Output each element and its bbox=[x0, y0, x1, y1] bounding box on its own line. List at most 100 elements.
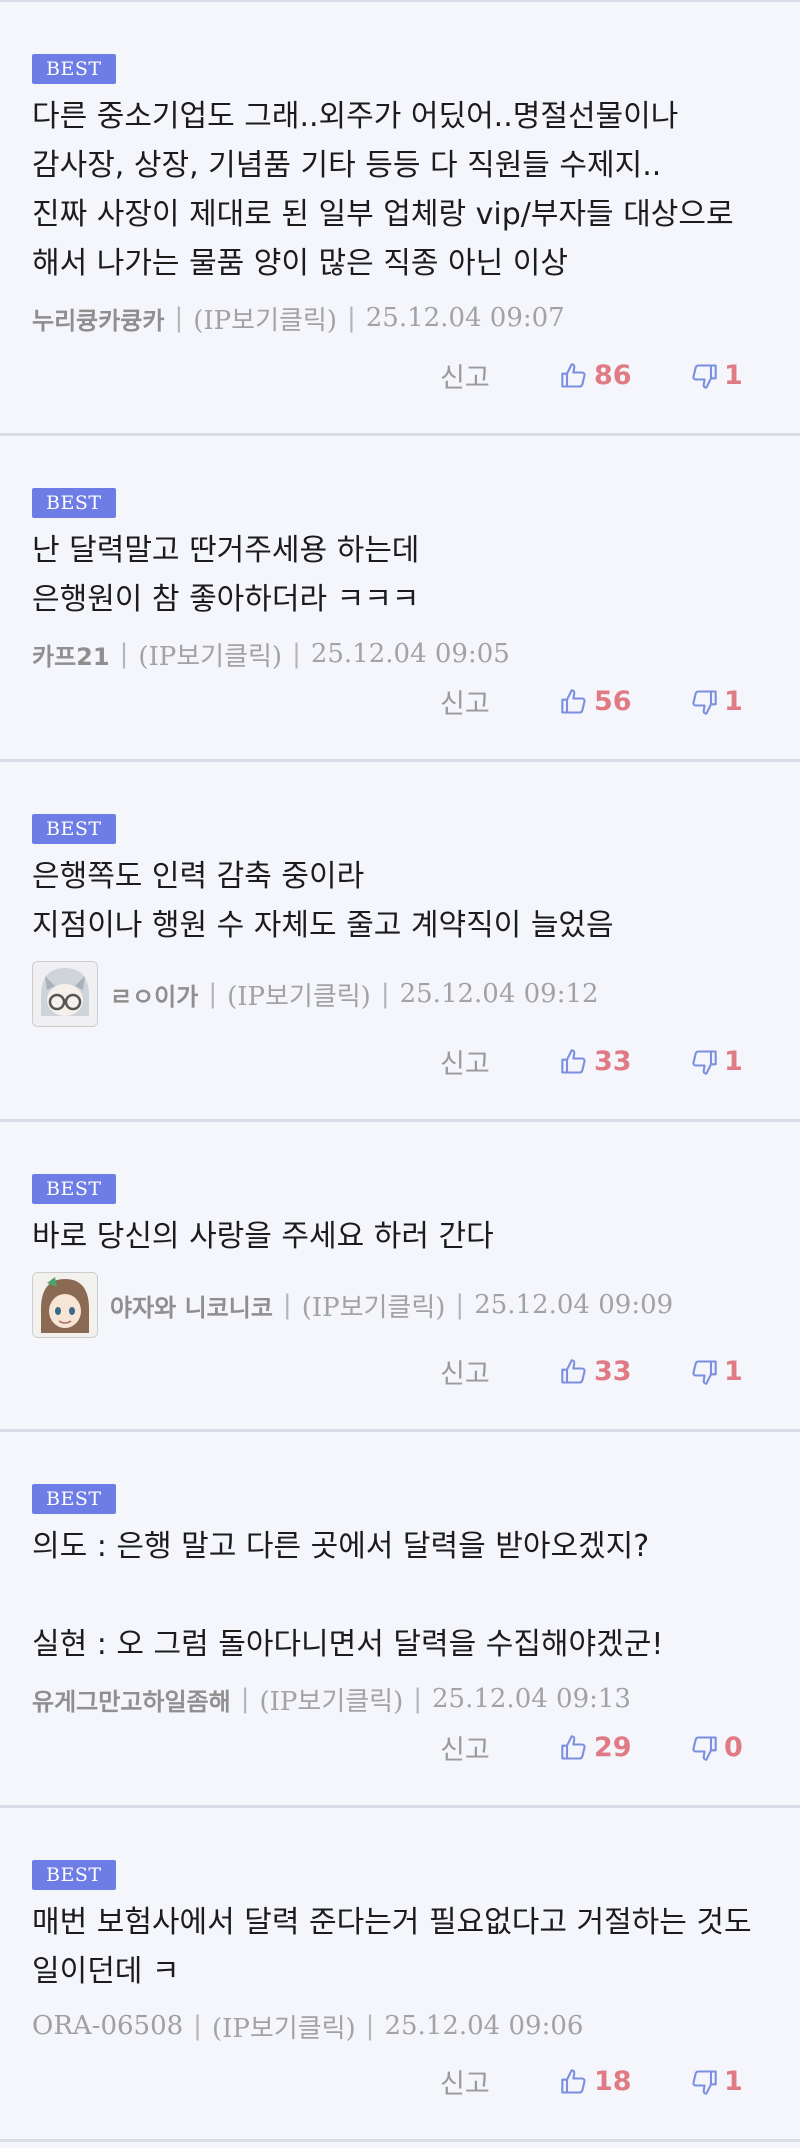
thumbs-up-icon bbox=[561, 688, 586, 714]
comment-timestamp: 25.12.04 09:13 bbox=[432, 1684, 631, 1714]
comment-text: 의도 : 은행 말고 다른 곳에서 달력을 받아오겠지? 실현 : 오 그럼 돌… bbox=[32, 1529, 664, 1662]
thumbs-up-icon bbox=[561, 1734, 586, 1760]
ip-view-link[interactable]: (IP보기클릭) bbox=[138, 636, 282, 673]
author-nickname[interactable]: 누리큥카큥카 bbox=[32, 301, 164, 336]
thumbs-down-icon bbox=[692, 689, 717, 715]
meta-separator: | bbox=[208, 979, 218, 1009]
meta-separator: | bbox=[346, 303, 356, 333]
upvote-button[interactable]: 18 bbox=[560, 2066, 690, 2097]
best-badge: BEST bbox=[32, 488, 116, 518]
meta-separator: | bbox=[380, 979, 390, 1009]
avatar[interactable] bbox=[32, 1272, 98, 1338]
meta-separator: | bbox=[119, 639, 129, 669]
meta-separator: | bbox=[455, 1290, 465, 1320]
report-button[interactable]: 신고 bbox=[440, 1728, 560, 1767]
comment-item: BEST 다른 중소기업도 그래..외주가 어딨어..명절선물이나 감사장, 상… bbox=[0, 2, 800, 436]
comment-item: BEST 매번 보험사에서 달력 준다는거 필요없다고 거절하는 것도 일이던데… bbox=[0, 1808, 800, 2142]
comment-text: 난 달력말고 딴거주세용 하는데 은행원이 참 좋아하더라 ㅋㅋㅋ bbox=[32, 533, 420, 617]
comment-meta: 유게그만고하일좀해 | (IP보기클릭) | 25.12.04 09:13 bbox=[32, 1679, 768, 1719]
comment-text: 다른 중소기업도 그래..외주가 어딨어..명절선물이나 감사장, 상장, 기념… bbox=[32, 99, 734, 281]
author-nickname[interactable]: ㄹㅇ이가 bbox=[110, 977, 198, 1012]
downvote-count: 1 bbox=[724, 686, 743, 717]
comment-timestamp: 25.12.04 09:09 bbox=[474, 1290, 674, 1320]
best-badge: BEST bbox=[32, 1174, 116, 1204]
comment-item: BEST 의도 : 은행 말고 다른 곳에서 달력을 받아오겠지? 실현 : 오… bbox=[0, 1432, 800, 1808]
thumbs-down-icon bbox=[692, 2069, 717, 2095]
comment-meta: ㄹㅇ이가 | (IP보기클릭) | 25.12.04 09:12 bbox=[32, 960, 768, 1028]
downvote-button[interactable]: 1 bbox=[690, 2066, 800, 2097]
ip-view-link[interactable]: (IP보기클릭) bbox=[227, 976, 371, 1013]
best-badge: BEST bbox=[32, 1860, 116, 1890]
upvote-button[interactable]: 29 bbox=[560, 1732, 690, 1763]
downvote-button[interactable]: 1 bbox=[690, 1046, 800, 1077]
comment-item: BEST 난 달력말고 딴거주세용 하는데 은행원이 참 좋아하더라 ㅋㅋㅋ 카… bbox=[0, 436, 800, 762]
ip-view-link[interactable]: (IP보기클릭) bbox=[302, 1287, 446, 1324]
upvote-count: 33 bbox=[594, 1046, 632, 1077]
comment-timestamp: 25.12.04 09:05 bbox=[310, 639, 510, 669]
comment-text: 바로 당신의 사랑을 주세요 하러 간다 bbox=[32, 1219, 494, 1254]
downvote-button[interactable]: 1 bbox=[690, 686, 800, 717]
thumbs-up-icon bbox=[561, 1358, 586, 1384]
report-button[interactable]: 신고 bbox=[440, 356, 560, 395]
upvote-button[interactable]: 56 bbox=[560, 686, 690, 717]
comment-text: 매번 보험사에서 달력 준다는거 필요없다고 거절하는 것도 일이던데 ㅋ bbox=[32, 1905, 762, 1989]
best-badge: BEST bbox=[32, 814, 116, 844]
ip-view-link[interactable]: (IP보기클릭) bbox=[212, 2008, 356, 2045]
comment-list: BEST 다른 중소기업도 그래..외주가 어딨어..명절선물이나 감사장, 상… bbox=[0, 0, 800, 2142]
thumbs-up-icon bbox=[561, 2068, 586, 2094]
meta-separator: | bbox=[282, 1290, 292, 1320]
report-button[interactable]: 신고 bbox=[440, 2062, 560, 2101]
downvote-count: 1 bbox=[724, 2066, 743, 2097]
meta-separator: | bbox=[413, 1684, 422, 1714]
upvote-button[interactable]: 33 bbox=[560, 1046, 690, 1077]
thumbs-down-icon bbox=[692, 1735, 717, 1761]
meta-separator: | bbox=[174, 303, 184, 333]
upvote-button[interactable]: 33 bbox=[560, 1356, 690, 1387]
ip-view-link[interactable]: (IP보기클릭) bbox=[193, 300, 337, 337]
downvote-count: 1 bbox=[724, 1046, 743, 1077]
comment-actions: 신고 33 1 bbox=[440, 1352, 800, 1391]
downvote-button[interactable]: 1 bbox=[690, 1356, 800, 1387]
comment-timestamp: 25.12.04 09:06 bbox=[384, 2011, 584, 2041]
author-nickname[interactable]: ORA-06508 bbox=[32, 2011, 183, 2041]
upvote-button[interactable]: 86 bbox=[560, 360, 690, 391]
ip-view-link[interactable]: (IP보기클릭) bbox=[260, 1681, 404, 1718]
avatar[interactable] bbox=[32, 961, 98, 1027]
report-button[interactable]: 신고 bbox=[440, 1352, 560, 1391]
author-nickname[interactable]: 카프21 bbox=[32, 637, 110, 672]
comment-actions: 신고 86 1 bbox=[440, 356, 800, 395]
meta-separator: | bbox=[193, 2011, 202, 2041]
comment-meta: 야자와 니코니코 | (IP보기클릭) | 25.12.04 09:09 bbox=[32, 1271, 768, 1339]
thumbs-down-icon bbox=[692, 363, 717, 389]
upvote-count: 18 bbox=[594, 2066, 632, 2097]
report-button[interactable]: 신고 bbox=[440, 682, 560, 721]
comment-meta: 카프21 | (IP보기클릭) | 25.12.04 09:05 bbox=[32, 634, 768, 674]
author-nickname[interactable]: 야자와 니코니코 bbox=[110, 1288, 273, 1323]
upvote-count: 56 bbox=[594, 686, 632, 717]
downvote-button[interactable]: 1 bbox=[690, 360, 800, 391]
downvote-count: 0 bbox=[724, 1732, 743, 1763]
upvote-count: 29 bbox=[594, 1732, 632, 1763]
best-badge: BEST bbox=[32, 1484, 116, 1514]
comment-actions: 신고 29 0 bbox=[440, 1728, 800, 1767]
author-nickname[interactable]: 유게그만고하일좀해 bbox=[32, 1682, 231, 1717]
comment-timestamp: 25.12.04 09:12 bbox=[399, 979, 599, 1009]
meta-separator: | bbox=[292, 639, 301, 669]
meta-separator: | bbox=[365, 2011, 375, 2041]
thumbs-down-icon bbox=[692, 1359, 717, 1385]
report-button[interactable]: 신고 bbox=[440, 1042, 560, 1081]
avatar-image bbox=[33, 1273, 97, 1337]
comment-item: BEST 은행쪽도 인력 감축 중이라 지점이나 행원 수 자체도 줄고 계약직… bbox=[0, 762, 800, 1122]
comment-timestamp: 25.12.04 09:07 bbox=[365, 303, 565, 333]
thumbs-down-icon bbox=[692, 1049, 717, 1075]
downvote-count: 1 bbox=[724, 1356, 743, 1387]
downvote-button[interactable]: 0 bbox=[690, 1732, 800, 1763]
comment-meta: ORA-06508 | (IP보기클릭) | 25.12.04 09:06 bbox=[32, 2006, 768, 2046]
upvote-count: 86 bbox=[594, 360, 632, 391]
comment-actions: 신고 18 1 bbox=[440, 2062, 800, 2101]
upvote-count: 33 bbox=[594, 1356, 632, 1387]
thumbs-up-icon bbox=[561, 1048, 586, 1074]
thumbs-up-icon bbox=[561, 362, 586, 388]
avatar-image bbox=[33, 962, 97, 1026]
best-badge: BEST bbox=[32, 54, 116, 84]
